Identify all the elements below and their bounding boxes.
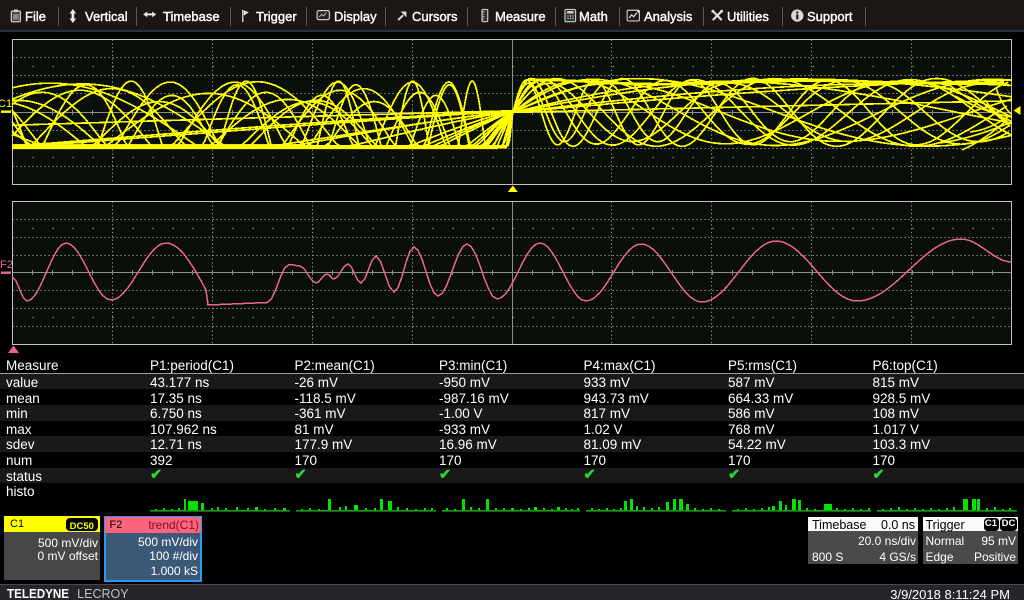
svg-text:C1: C1 [0, 98, 12, 110]
svg-text:F2: F2 [0, 259, 13, 271]
